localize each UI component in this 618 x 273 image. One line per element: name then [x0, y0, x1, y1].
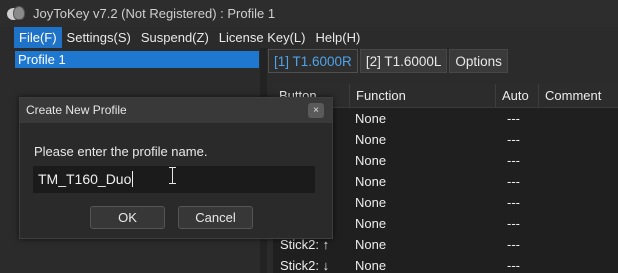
- row-auto-cell: ---: [507, 216, 520, 231]
- menu-suspend[interactable]: Suspend(Z): [136, 27, 214, 48]
- menu-license-key[interactable]: License Key(L): [214, 27, 311, 48]
- joytokey-app-icon: [7, 5, 25, 22]
- row-function-cell: None: [355, 237, 387, 252]
- row-auto-cell: ---: [507, 153, 520, 168]
- row-button-cell: Stick2: ↓: [280, 258, 330, 273]
- row-function-cell: None: [355, 153, 387, 168]
- row-auto-cell: ---: [507, 237, 520, 252]
- tab-options[interactable]: Options: [449, 49, 508, 73]
- profile-item-profile-1[interactable]: Profile 1: [15, 51, 259, 68]
- ok-button[interactable]: OK: [90, 206, 165, 229]
- ibeam-cursor-icon: [169, 167, 177, 184]
- row-function-cell: None: [355, 132, 387, 147]
- row-auto-cell: ---: [507, 111, 520, 126]
- tab-t16000r[interactable]: [1] T1.6000R: [268, 49, 358, 73]
- menu-file[interactable]: File(F): [14, 27, 62, 48]
- profile-name-value: TM_T160_Duo: [38, 171, 132, 187]
- menu-help[interactable]: Help(H): [311, 27, 366, 48]
- menu-settings[interactable]: Settings(S): [62, 27, 136, 48]
- column-header-auto[interactable]: Auto: [495, 84, 538, 108]
- cancel-button[interactable]: Cancel: [178, 206, 253, 229]
- table-row[interactable]: Stick2: ↓ None ---: [273, 255, 618, 273]
- row-function-cell: None: [355, 174, 387, 189]
- row-function-cell: None: [355, 195, 387, 210]
- text-caret: [132, 171, 134, 187]
- dialog-title: Create New Profile: [26, 103, 127, 117]
- row-function-cell: None: [355, 258, 387, 273]
- dialog-prompt: Please enter the profile name.: [34, 144, 208, 159]
- menu-bar: File(F) Settings(S) Suspend(Z) License K…: [0, 27, 618, 48]
- column-header-comment[interactable]: Comment: [538, 84, 618, 108]
- title-bar: JoyToKey v7.2 (Not Registered) : Profile…: [0, 0, 618, 27]
- row-auto-cell: ---: [507, 132, 520, 147]
- create-profile-dialog: Create New Profile × Please enter the pr…: [19, 97, 333, 239]
- row-auto-cell: ---: [507, 258, 520, 273]
- row-auto-cell: ---: [507, 195, 520, 210]
- row-function-cell: None: [355, 216, 387, 231]
- column-header-function[interactable]: Function: [349, 84, 501, 108]
- close-icon[interactable]: ×: [308, 103, 324, 118]
- tab-t16000l[interactable]: [2] T1.6000L: [359, 49, 448, 73]
- controller-tabs: [1] T1.6000R [2] T1.6000L Options: [268, 49, 510, 73]
- window-title: JoyToKey v7.2 (Not Registered) : Profile…: [33, 6, 276, 21]
- row-function-cell: None: [355, 111, 387, 126]
- dialog-title-bar[interactable]: Create New Profile ×: [20, 98, 332, 123]
- row-auto-cell: ---: [507, 174, 520, 189]
